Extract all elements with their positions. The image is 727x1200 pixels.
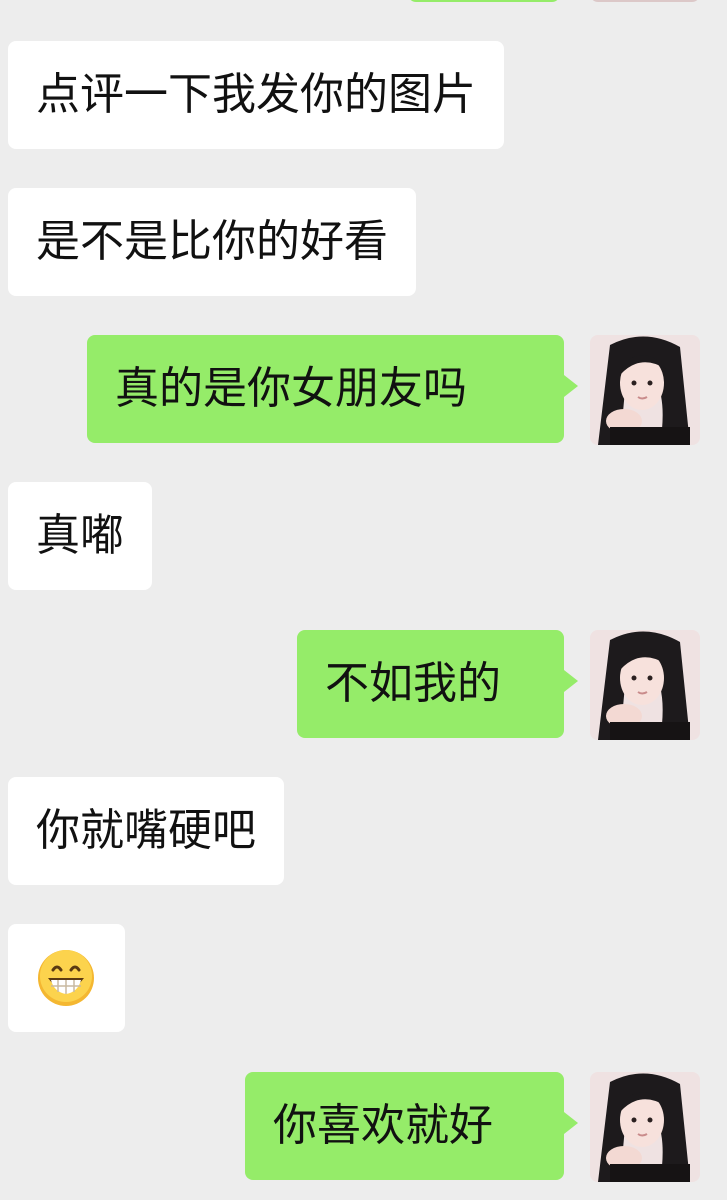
user-avatar[interactable] xyxy=(590,1072,700,1182)
message-text: 你喜欢就好 xyxy=(273,1100,493,1151)
message-text: 是不是比你的好看 xyxy=(36,216,388,267)
received-message-bubble[interactable]: 你就嘴硬吧 xyxy=(8,777,284,885)
chat-message-list[interactable]: 点评一下我发你的图片 是不是比你的好看 真的是你女朋友吗 真嘟 不如我的 你就嘴… xyxy=(0,0,727,1200)
avatar-photo-icon xyxy=(590,335,700,445)
sent-message-bubble[interactable]: 不如我的 xyxy=(297,630,578,738)
message-text: 点评一下我发你的图片 xyxy=(36,69,476,120)
sent-message-bubble[interactable]: 你喜欢就好 xyxy=(245,1072,578,1180)
previous-sent-bubble-edge xyxy=(408,0,560,2)
message-text: 不如我的 xyxy=(325,658,501,709)
user-avatar[interactable] xyxy=(590,630,700,740)
sent-message-bubble[interactable]: 真的是你女朋友吗 xyxy=(87,335,578,443)
received-message-bubble[interactable]: 是不是比你的好看 xyxy=(8,188,416,296)
avatar-photo-icon xyxy=(590,1072,700,1182)
user-avatar[interactable] xyxy=(590,335,700,445)
message-text: 真的是你女朋友吗 xyxy=(115,363,467,414)
avatar-photo-icon xyxy=(590,630,700,740)
message-text: 你就嘴硬吧 xyxy=(36,805,256,856)
received-message-bubble[interactable] xyxy=(8,924,125,1032)
previous-avatar-edge xyxy=(590,0,700,2)
message-text: 真嘟 xyxy=(36,510,124,561)
received-message-bubble[interactable]: 点评一下我发你的图片 xyxy=(8,41,504,149)
grinning-face-emoji xyxy=(38,950,94,1006)
received-message-bubble[interactable]: 真嘟 xyxy=(8,482,152,590)
